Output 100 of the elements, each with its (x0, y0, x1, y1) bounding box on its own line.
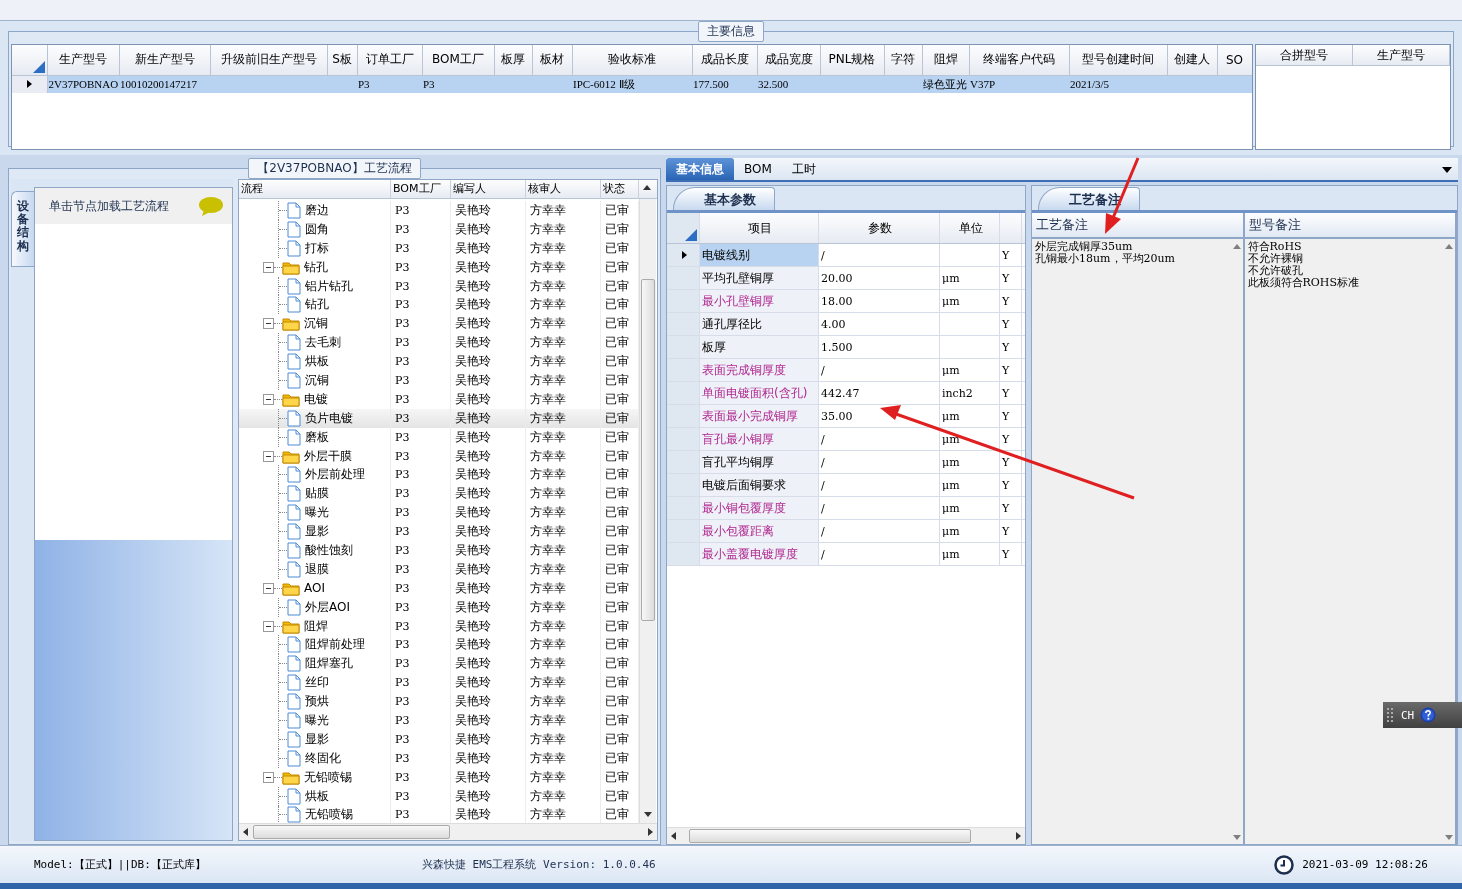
tree-node-label[interactable]: 丝印 (305, 674, 329, 692)
column-header[interactable]: 板厚 (494, 45, 532, 75)
tree-row[interactable]: 钻孔 P3 吴艳玲 方幸幸 已审 (239, 295, 639, 315)
column-header[interactable]: 参数 (819, 213, 940, 243)
collapse-icon[interactable] (263, 582, 274, 594)
tree-node-label[interactable]: 电镀 (304, 390, 328, 408)
tree-node-label[interactable]: 磨边 (305, 201, 329, 219)
tree-row[interactable]: 终固化 P3 吴艳玲 方幸幸 已审 (239, 748, 639, 768)
collapse-icon[interactable] (263, 620, 274, 632)
tree-node-label[interactable]: 显影 (305, 730, 329, 748)
column-header[interactable]: PNL规格 (820, 45, 884, 75)
tree-row[interactable]: 烘板 P3 吴艳玲 方幸幸 已审 (239, 786, 639, 806)
column-header[interactable]: 流程 (239, 180, 391, 198)
tree-row[interactable]: 显影 P3 吴艳玲 方幸幸 已审 (239, 729, 639, 749)
tree-row[interactable]: 贴膜 P3 吴艳玲 方幸幸 已审 (239, 484, 639, 504)
tree-node-label[interactable]: 无铅喷锡 (304, 768, 352, 786)
tree-node-label[interactable]: 阻焊塞孔 (305, 655, 353, 673)
tree-node-label[interactable]: 烘板 (305, 787, 329, 805)
column-header[interactable]: 字符 (884, 45, 922, 75)
tree-node-label[interactable]: 外层AOI (305, 598, 350, 616)
tree-row[interactable]: 钻孔 P3 吴艳玲 方幸幸 已审 (239, 257, 639, 277)
tree-row[interactable]: 外层前处理 P3 吴艳玲 方幸幸 已审 (239, 465, 639, 485)
tree-row[interactable]: 外层干膜 P3 吴艳玲 方幸幸 已审 (239, 446, 639, 466)
column-header[interactable]: BOM工厂 (391, 180, 451, 198)
side-tab[interactable]: 设备结构 (11, 191, 34, 267)
tree-node-label[interactable]: 曝光 (305, 504, 329, 522)
collapse-icon[interactable] (263, 261, 274, 273)
column-header[interactable]: SO (1217, 45, 1252, 75)
column-header[interactable]: 新生产型号 (119, 45, 210, 75)
tree-row[interactable]: 打标 P3 吴艳玲 方幸幸 已审 (239, 238, 639, 258)
tree-node-label[interactable]: 预烘 (305, 693, 329, 711)
column-header[interactable]: 升级前旧生产型号 (210, 45, 327, 75)
sub-tab[interactable]: 基本参数 (673, 187, 775, 210)
dropdown-arrow-icon[interactable] (1442, 167, 1452, 173)
tree-row[interactable]: 外层AOI P3 吴艳玲 方幸幸 已审 (239, 597, 639, 617)
tree-row[interactable]: 丝印 P3 吴艳玲 方幸幸 已审 (239, 673, 639, 693)
column-header[interactable]: 终端客户代码 (969, 45, 1069, 75)
column-header[interactable]: 型号创建时间 (1069, 45, 1167, 75)
collapse-icon[interactable] (263, 318, 274, 330)
tab[interactable]: 基本信息 (666, 158, 734, 180)
tree-node-label[interactable]: 沉铜 (305, 371, 329, 389)
column-header[interactable]: 状态 (601, 180, 639, 198)
tree-node-label[interactable]: 外层干膜 (304, 447, 352, 465)
tree-row[interactable]: 预烘 P3 吴艳玲 方幸幸 已审 (239, 692, 639, 712)
tree-row[interactable]: 无铅喷锡 P3 吴艳玲 方幸幸 已审 (239, 767, 639, 787)
tab[interactable]: 工时 (781, 158, 826, 180)
tree-node-label[interactable]: 外层前处理 (305, 466, 365, 484)
tree-row[interactable]: 退膜 P3 吴艳玲 方幸幸 已审 (239, 559, 639, 579)
tree-row[interactable]: 烘板 P3 吴艳玲 方幸幸 已审 (239, 352, 639, 371)
column-header[interactable]: 成品宽度 (757, 45, 820, 75)
tree-row[interactable]: 去毛刺 P3 吴艳玲 方幸幸 已审 (239, 333, 639, 353)
tree-node-label[interactable]: 打标 (305, 239, 329, 257)
tree-row[interactable]: 磨板 P3 吴艳玲 方幸幸 已审 (239, 427, 639, 447)
tree-node-label[interactable]: 烘板 (305, 353, 329, 371)
column-header[interactable]: 单位 (940, 213, 1000, 243)
scrollbar-thumb[interactable] (689, 829, 971, 843)
tree-node-label[interactable]: 酸性蚀刻 (305, 541, 353, 559)
column-header[interactable]: 生产型号 (1353, 45, 1450, 65)
tree-row[interactable]: 阻焊 P3 吴艳玲 方幸幸 已审 (239, 616, 639, 636)
column-header[interactable]: BOM工厂 (422, 45, 494, 75)
column-header[interactable]: 型号备注 (1244, 213, 1455, 239)
column-header[interactable]: 成品长度 (692, 45, 757, 75)
tree-node-label[interactable]: 沉铜 (304, 315, 328, 333)
help-icon[interactable] (1420, 707, 1437, 723)
column-header[interactable]: 生产型号 (47, 45, 119, 75)
tab[interactable]: BOM (734, 158, 782, 180)
tree-node-label[interactable]: 钻孔 (305, 296, 329, 314)
collapse-icon[interactable] (263, 450, 274, 462)
tree-row[interactable]: 负片电镀 P3 吴艳玲 方幸幸 已审 (239, 408, 639, 428)
tree-node-label[interactable]: 钻孔 (304, 258, 328, 276)
column-header[interactable]: S板 (327, 45, 357, 75)
column-header[interactable]: 阻焊 (922, 45, 969, 75)
column-header[interactable]: 订单工厂 (357, 45, 422, 75)
tree-node-label[interactable]: 磨板 (305, 428, 329, 446)
row-header[interactable] (667, 244, 700, 266)
tree-row[interactable]: 铝片钻孔 P3 吴艳玲 方幸幸 已审 (239, 276, 639, 296)
tree-node-label[interactable]: 圆角 (305, 220, 329, 238)
tree-node-label[interactable]: 退膜 (305, 560, 329, 578)
tree-node-label[interactable]: 曝光 (305, 712, 329, 729)
tree-row[interactable]: 电镀 P3 吴艳玲 方幸幸 已审 (239, 389, 639, 409)
tree-row[interactable]: 阻焊前处理 P3 吴艳玲 方幸幸 已审 (239, 635, 639, 655)
column-header[interactable]: 工艺备注 (1032, 213, 1243, 239)
column-header[interactable]: 板材 (532, 45, 572, 75)
scrollbar-thumb[interactable] (253, 825, 450, 839)
tree-row[interactable]: 沉铜 P3 吴艳玲 方幸幸 已审 (239, 314, 639, 334)
column-header[interactable]: 核审人 (526, 180, 601, 198)
tree-node-label[interactable]: 铝片钻孔 (305, 277, 353, 295)
collapse-icon[interactable] (263, 771, 274, 783)
tree-row[interactable]: 沉铜 P3 吴艳玲 方幸幸 已审 (239, 371, 639, 390)
tree-row[interactable]: AOI P3 吴艳玲 方幸幸 已审 (239, 578, 639, 598)
tree-node-label[interactable]: 阻焊前处理 (305, 636, 365, 654)
column-header[interactable]: 项目 (700, 213, 819, 243)
tree-row[interactable]: 曝光 P3 吴艳玲 方幸幸 已审 (239, 711, 639, 730)
tree-node-label[interactable]: 显影 (305, 523, 329, 541)
tree-node-label[interactable]: 负片电镀 (305, 409, 353, 427)
horizontal-scrollbar[interactable] (667, 827, 1025, 844)
column-header[interactable]: 验收标准 (572, 45, 692, 75)
tree-row[interactable]: 酸性蚀刻 P3 吴艳玲 方幸幸 已审 (239, 541, 639, 560)
tree-row[interactable]: 显影 P3 吴艳玲 方幸幸 已审 (239, 522, 639, 542)
tree-row[interactable]: 圆角 P3 吴艳玲 方幸幸 已审 (239, 219, 639, 239)
